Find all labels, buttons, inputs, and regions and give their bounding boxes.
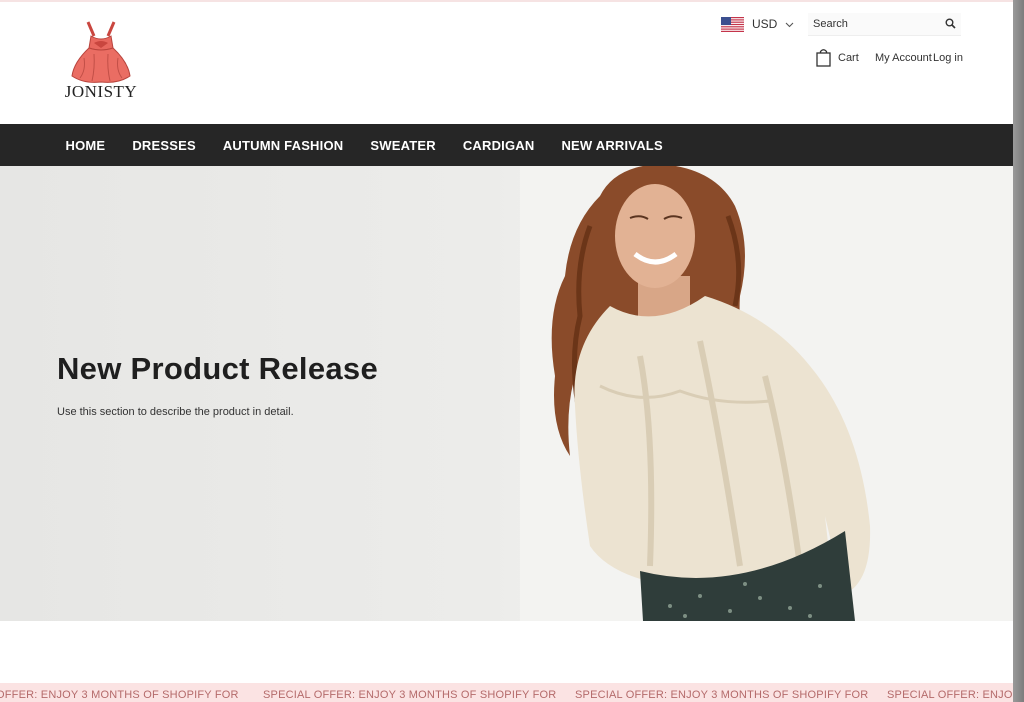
window-frame-edge — [1013, 0, 1024, 702]
brand-logo[interactable]: JONISTY — [64, 18, 138, 106]
nav-item-cardigan[interactable]: CARDIGAN — [463, 138, 535, 153]
currency-selector[interactable]: USD — [721, 15, 794, 33]
top-accent-line — [0, 0, 1013, 2]
nav-item-dresses[interactable]: DRESSES — [132, 138, 196, 153]
marquee-item: SPECIAL OFFER: ENJOY 3 MONTHS OF SHOPIFY… — [575, 689, 869, 701]
search-icon[interactable] — [945, 18, 956, 29]
marquee-item: SPECIAL OFFER: ENJOY 3 MONTHS OF SHOPIFY… — [263, 689, 557, 701]
cart-label: Cart — [838, 51, 859, 64]
cart-link[interactable]: Cart — [816, 48, 859, 67]
nav-item-home[interactable]: HOME — [66, 138, 106, 153]
hero-model-image — [520, 166, 1013, 621]
brand-name: JONISTY — [64, 82, 138, 101]
currency-code: USD — [752, 17, 778, 31]
hero-banner: New Product Release Use this section to … — [0, 166, 1013, 621]
nav-item-sweater[interactable]: SWEATER — [370, 138, 435, 153]
nav-item-autumn-fashion[interactable]: AUTUMN FASHION — [223, 138, 344, 153]
my-account-link[interactable]: My Account — [875, 52, 932, 64]
hero-description: Use this section to describe the product… — [57, 406, 294, 418]
main-navigation: HOME DRESSES AUTUMN FASHION SWEATER CARD… — [0, 124, 1013, 166]
nav-item-new-arrivals[interactable]: NEW ARRIVALS — [561, 138, 662, 153]
hero-title: New Product Release — [57, 351, 378, 386]
search-input[interactable] — [808, 13, 933, 34]
us-flag-icon — [721, 16, 744, 32]
shopping-bag-icon — [816, 49, 831, 67]
dress-logo-icon — [71, 21, 131, 83]
marquee-item: SPECIAL OFFER: ENJOY 3 M — [887, 689, 1013, 701]
announcement-marquee: OFFER: ENJOY 3 MONTHS OF SHOPIFY FOR SPE… — [0, 683, 1013, 702]
chevron-down-icon — [785, 22, 794, 27]
login-link[interactable]: Log in — [933, 52, 963, 64]
search-box — [808, 13, 961, 36]
marquee-item: OFFER: ENJOY 3 MONTHS OF SHOPIFY FOR — [0, 689, 239, 701]
